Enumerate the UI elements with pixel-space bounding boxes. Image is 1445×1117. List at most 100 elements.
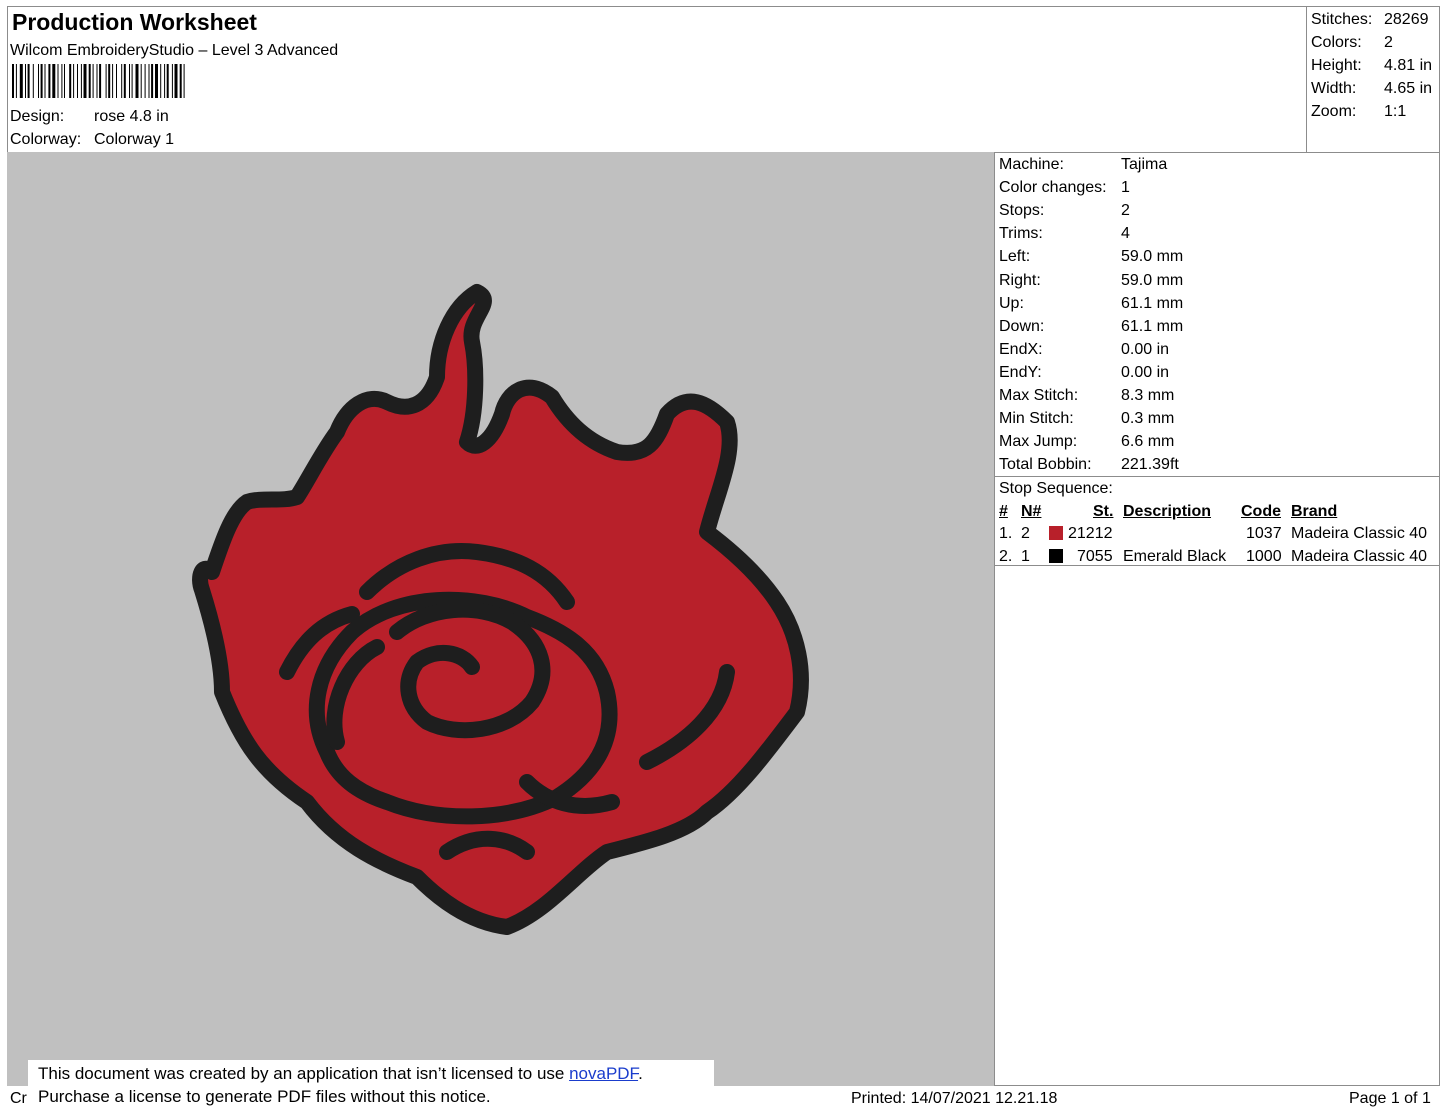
barcode-bar [179,64,182,98]
barcode-bar [92,64,94,98]
barcode-bar [148,64,150,98]
barcode-bar [151,64,154,98]
barcode-bar [144,64,146,98]
barcode-bar [112,64,114,98]
barcode-bar [12,64,14,98]
machine-info-label: Left: [999,248,1031,266]
machine-info-value: 61.1 mm [1121,294,1184,312]
barcode-bar [80,64,82,98]
barcode-bar [121,64,123,98]
machine-info-value: 59.0 mm [1121,271,1184,289]
barcode-bar [27,64,30,98]
machine-info-label: Stops: [999,202,1045,220]
barcode-bar [140,64,142,98]
barcode-bar [64,64,65,98]
barcode-bar [25,64,26,98]
col-header-brand: Brand [1291,503,1338,520]
page-title: Production Worksheet [12,9,257,35]
barcode-bar [61,64,63,98]
machine-info-label: Max Jump: [999,433,1078,451]
summary-label: Width: [1311,80,1357,97]
empty-panel [994,565,1440,1086]
summary-value: 2 [1384,34,1393,51]
machine-info-value: Tajima [1121,156,1168,173]
barcode-bar [108,64,111,98]
machine-info-value: 59.0 mm [1121,248,1184,266]
machine-info-label: Right: [999,271,1041,289]
software-name: Wilcom EmbroideryStudio – Level 3 Advanc… [10,42,339,59]
stop-row-st: 21212 [1068,525,1113,542]
machine-info-value: 6.6 mm [1121,433,1175,451]
machine-info-value: 8.3 mm [1121,387,1175,404]
barcode-bar [160,64,162,98]
col-header-num: # [999,503,1008,520]
novapdf-link[interactable]: novaPDF [569,1064,638,1083]
barcode-bar [174,64,178,98]
barcode-bar [99,64,102,98]
colorway-value: Colorway 1 [94,131,175,148]
machine-info-value: 2 [1121,202,1130,220]
barcode-bar [171,64,173,98]
thread-color-swatch [1049,549,1063,563]
barcode-bar [77,64,78,98]
machine-info-label: Down: [999,317,1045,335]
summary-label: Colors: [1311,34,1362,51]
barcode-bar [129,64,130,98]
machine-info-value: 1 [1121,179,1130,197]
barcode-bar [52,64,56,98]
machine-info-label: Color changes: [999,179,1107,197]
machine-info-value: 221.39ft [1121,456,1179,474]
machine-info-label: EndY: [999,363,1042,381]
notice-line-1-prefix: This document was created by an applicat… [38,1064,570,1083]
machine-info-label: Total Bobbin: [999,456,1092,474]
summary-value: 4.81 in [1384,57,1433,74]
barcode-bar [116,64,117,98]
notice-line-1: This document was created by an applicat… [38,1062,643,1085]
col-header-st: St. [1093,503,1114,520]
machine-info-label: Min Stitch: [999,410,1074,428]
barcode-bar [73,64,75,98]
barcode-bar [15,64,17,98]
machine-info-label: Up: [999,294,1024,312]
thread-color-swatch [1049,526,1063,540]
barcode-bar [57,64,59,98]
barcode-bar [44,64,46,98]
barcode-bar [155,64,158,98]
col-header-code: Code [1241,503,1281,520]
barcode-bar [88,64,91,98]
machine-info-value: 0.00 in [1121,340,1170,358]
notice-line-2: Purchase a license to generate PDF files… [38,1087,491,1106]
barcode-bar [96,64,98,98]
col-header-description: Description [1123,503,1212,520]
barcode-bar [105,64,107,98]
barcode [12,64,185,98]
machine-info-value: 4 [1121,225,1130,243]
barcode-bar [40,64,43,98]
machine-info-panel: Machine: Tajima Color changes: 1 Stops: 2 Trim… [994,152,1440,477]
barcode-bar [69,64,72,98]
printed-date: Printed: 14/07/2021 12.21.18 [851,1090,1058,1107]
barcode-bar [32,64,34,98]
barcode-bar [123,64,126,98]
stop-row-code: 1037 [1246,525,1282,542]
stop-row-brand: Madeira Classic 40 [1291,525,1428,542]
design-value: rose 4.8 in [94,108,169,125]
barcode-bar [83,64,87,98]
machine-info-label: Max Stitch: [999,387,1079,404]
barcode-bar [48,64,51,98]
notice-line-1-suffix: . [638,1064,643,1083]
design-label: Design: [10,108,65,125]
machine-info-value: 0.3 mm [1121,410,1175,428]
footer-left-stub: Cr [10,1090,27,1107]
summary-label: Zoom: [1311,103,1357,120]
machine-info-value: 61.1 mm [1121,317,1184,335]
machine-info-label: EndX: [999,340,1043,358]
page-number: Page 1 of 1 [1349,1090,1431,1107]
rose-embroidery-image [192,284,809,935]
license-notice: This document was created by an applicat… [28,1060,714,1112]
summary-panel: Stitches: 28269 Colors: 2 Height: 4.81 i… [1306,6,1440,153]
barcode-bar [38,64,39,98]
barcode-bar [19,64,23,98]
summary-value: 1:1 [1384,103,1407,120]
summary-label: Stitches: [1311,11,1373,28]
